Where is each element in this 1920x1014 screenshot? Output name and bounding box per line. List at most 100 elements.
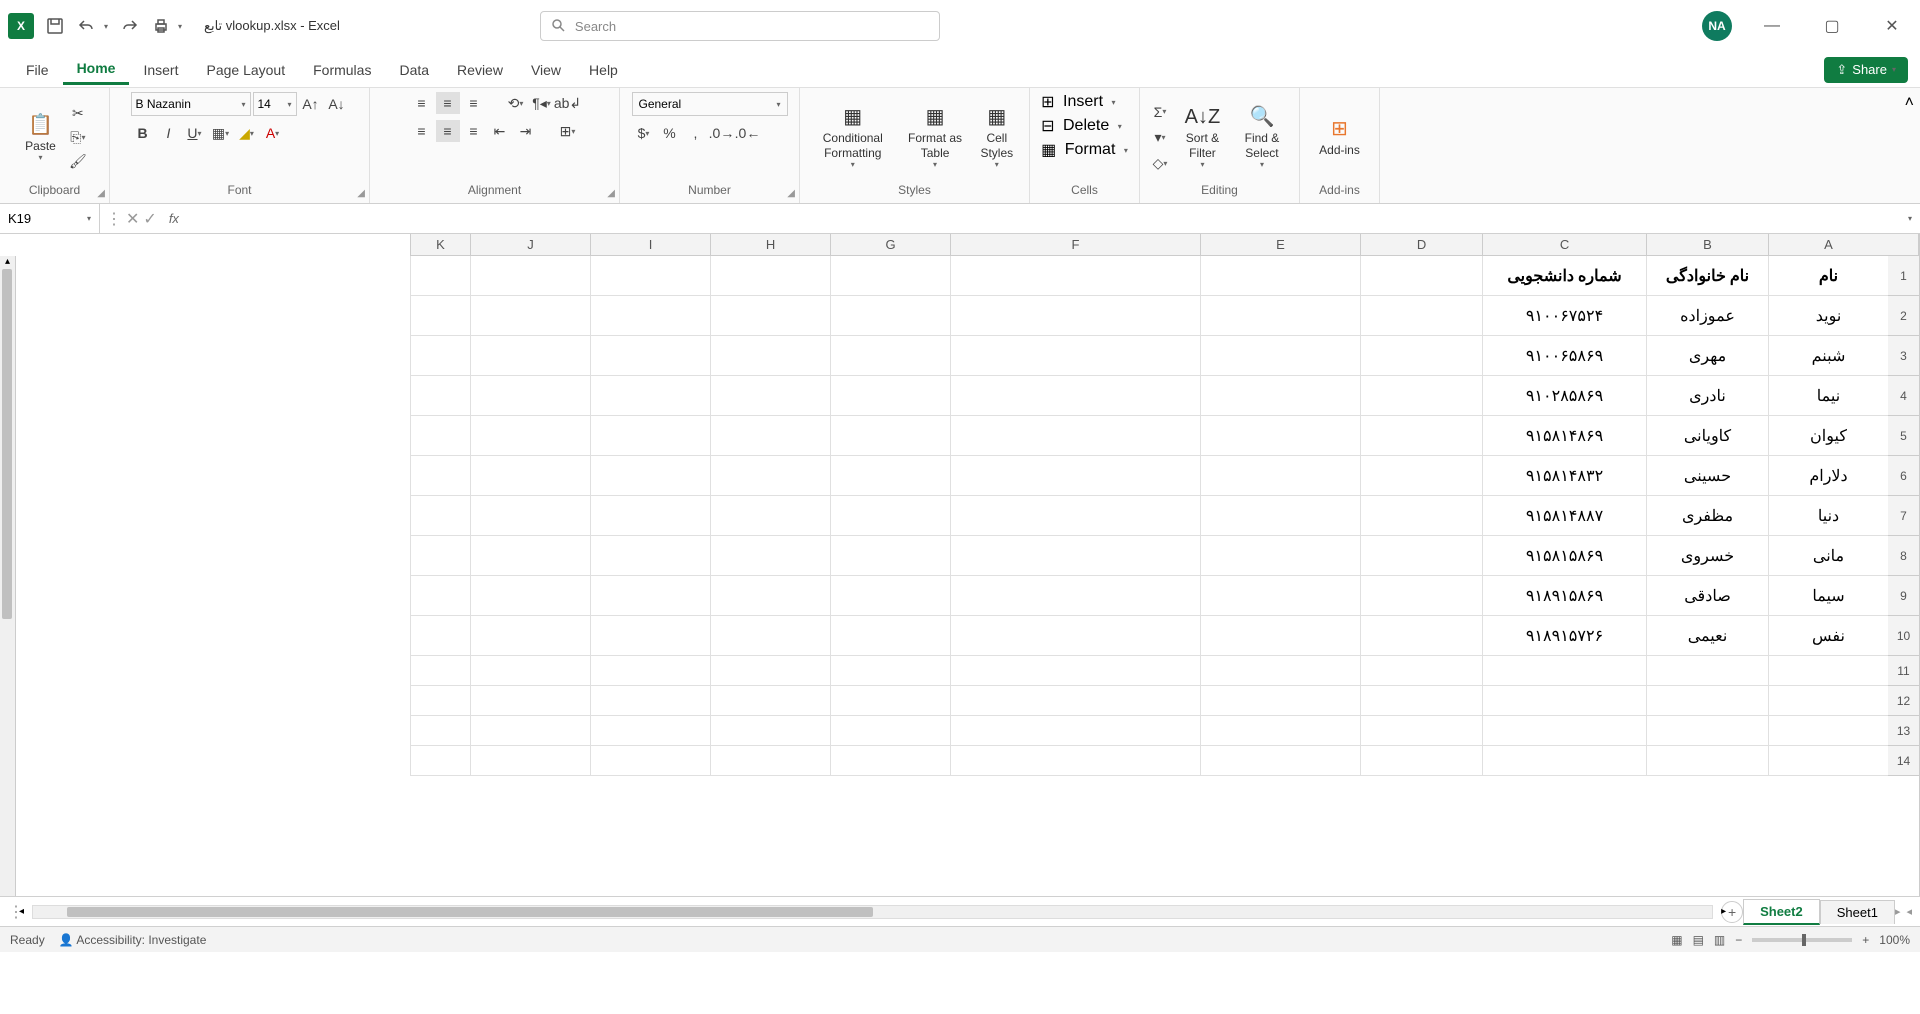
row-header[interactable]: 10 xyxy=(1888,616,1919,656)
cell[interactable] xyxy=(590,496,710,536)
align-left-icon[interactable]: ≡ xyxy=(410,120,434,142)
cell[interactable] xyxy=(1360,256,1482,296)
expand-formula-bar-icon[interactable]: ▾ xyxy=(1900,214,1920,223)
cell[interactable] xyxy=(710,296,830,336)
cell[interactable]: مظفری xyxy=(1646,496,1768,536)
column-header-H[interactable]: H xyxy=(710,234,830,256)
comma-format-icon[interactable]: , xyxy=(684,122,708,144)
cell[interactable] xyxy=(950,656,1200,686)
cell[interactable] xyxy=(710,376,830,416)
cell[interactable] xyxy=(1482,746,1646,776)
cell[interactable] xyxy=(1482,686,1646,716)
row-header[interactable]: 13 xyxy=(1888,716,1919,746)
fx-label[interactable]: fx xyxy=(163,211,185,226)
cell[interactable] xyxy=(1768,656,1888,686)
increase-font-icon[interactable]: A↑ xyxy=(299,93,323,115)
redo-icon[interactable] xyxy=(118,15,140,37)
cancel-formula-icon[interactable]: ✕ xyxy=(126,209,139,229)
cell[interactable] xyxy=(1360,616,1482,656)
cell[interactable]: نوید xyxy=(1768,296,1888,336)
cell[interactable] xyxy=(1360,296,1482,336)
cell[interactable] xyxy=(1200,416,1360,456)
increase-decimal-icon[interactable]: .0→ xyxy=(710,122,734,144)
italic-button[interactable]: I xyxy=(157,122,181,144)
cell[interactable]: کاویانی xyxy=(1646,416,1768,456)
sheet-nav-next-icon[interactable]: ▸ xyxy=(1895,905,1901,918)
cell[interactable] xyxy=(830,336,950,376)
font-name-select[interactable]: B Nazanin▾ xyxy=(131,92,251,116)
orientation-icon[interactable]: ⟲▾ xyxy=(504,92,528,114)
cell[interactable] xyxy=(950,576,1200,616)
cell[interactable] xyxy=(590,376,710,416)
cell[interactable] xyxy=(470,686,590,716)
column-header-A[interactable]: A xyxy=(1768,234,1888,256)
cell[interactable] xyxy=(830,456,950,496)
view-page-break-icon[interactable]: ▥ xyxy=(1714,933,1725,947)
cell[interactable] xyxy=(410,716,470,746)
accessibility-status[interactable]: 👤 Accessibility: Investigate xyxy=(59,933,207,947)
clear-icon[interactable]: ◇▾ xyxy=(1148,153,1172,175)
cell[interactable]: ۹۱۰۰۶۷۵۲۴ xyxy=(1482,296,1646,336)
zoom-out-button[interactable]: − xyxy=(1735,933,1742,947)
cell[interactable] xyxy=(470,416,590,456)
copy-icon[interactable]: ⎘▾ xyxy=(66,127,90,149)
cell[interactable] xyxy=(1200,616,1360,656)
name-box[interactable]: K19▾ xyxy=(0,204,100,233)
cell[interactable] xyxy=(590,686,710,716)
tab-formulas[interactable]: Formulas xyxy=(299,56,385,84)
cell[interactable] xyxy=(1482,656,1646,686)
undo-icon[interactable] xyxy=(76,15,98,37)
cell[interactable] xyxy=(1646,686,1768,716)
cell[interactable] xyxy=(950,536,1200,576)
sheet-nav-prev-icon[interactable]: ◂ xyxy=(1906,905,1912,918)
cell[interactable] xyxy=(1360,716,1482,746)
qat-customize[interactable]: ▾ xyxy=(178,22,182,31)
horizontal-scrollbar[interactable]: ◂ ▸ xyxy=(32,905,1713,919)
cell[interactable] xyxy=(710,656,830,686)
cell[interactable] xyxy=(410,456,470,496)
name-box-more-icon[interactable]: ⋮ xyxy=(106,209,122,229)
formula-input[interactable] xyxy=(185,204,1900,233)
cell[interactable] xyxy=(710,496,830,536)
cell[interactable] xyxy=(410,656,470,686)
cell[interactable] xyxy=(1360,496,1482,536)
column-header-D[interactable]: D xyxy=(1360,234,1482,256)
cell[interactable] xyxy=(1200,296,1360,336)
cell[interactable]: ۹۱۵۸۱۴۸۶۹ xyxy=(1482,416,1646,456)
cut-icon[interactable]: ✂ xyxy=(66,103,90,125)
cell[interactable] xyxy=(1200,456,1360,496)
conditional-formatting-button[interactable]: ▦ Conditional Formatting▾ xyxy=(808,103,898,171)
view-normal-icon[interactable]: ▦ xyxy=(1671,933,1682,947)
cell[interactable] xyxy=(1646,656,1768,686)
cell[interactable] xyxy=(1768,746,1888,776)
cell[interactable] xyxy=(470,456,590,496)
zoom-in-button[interactable]: + xyxy=(1862,933,1869,947)
row-header[interactable]: 6 xyxy=(1888,456,1919,496)
cell[interactable]: حسینی xyxy=(1646,456,1768,496)
cell[interactable]: ۹۱۰۲۸۵۸۶۹ xyxy=(1482,376,1646,416)
cell[interactable] xyxy=(950,496,1200,536)
cell[interactable] xyxy=(410,746,470,776)
cell[interactable]: شماره دانشجویی xyxy=(1482,256,1646,296)
cell[interactable] xyxy=(1768,686,1888,716)
cell[interactable] xyxy=(1360,686,1482,716)
share-button[interactable]: ⇪Share▾ xyxy=(1824,57,1908,83)
cell[interactable] xyxy=(470,656,590,686)
cell[interactable]: خسروی xyxy=(1646,536,1768,576)
decrease-decimal-icon[interactable]: .0← xyxy=(736,122,760,144)
cell[interactable] xyxy=(410,576,470,616)
column-header-E[interactable]: E xyxy=(1200,234,1360,256)
cell[interactable] xyxy=(410,616,470,656)
row-header[interactable]: 7 xyxy=(1888,496,1919,536)
increase-indent-icon[interactable]: ⇥ xyxy=(514,120,538,142)
cell[interactable]: ۹۱۵۸۱۵۸۶۹ xyxy=(1482,536,1646,576)
row-header[interactable]: 8 xyxy=(1888,536,1919,576)
tab-data[interactable]: Data xyxy=(385,56,443,84)
cell[interactable] xyxy=(830,496,950,536)
cell[interactable] xyxy=(410,336,470,376)
cell[interactable] xyxy=(410,536,470,576)
cell[interactable] xyxy=(710,536,830,576)
cell[interactable] xyxy=(950,746,1200,776)
row-header[interactable]: 3 xyxy=(1888,336,1919,376)
cell[interactable] xyxy=(830,686,950,716)
